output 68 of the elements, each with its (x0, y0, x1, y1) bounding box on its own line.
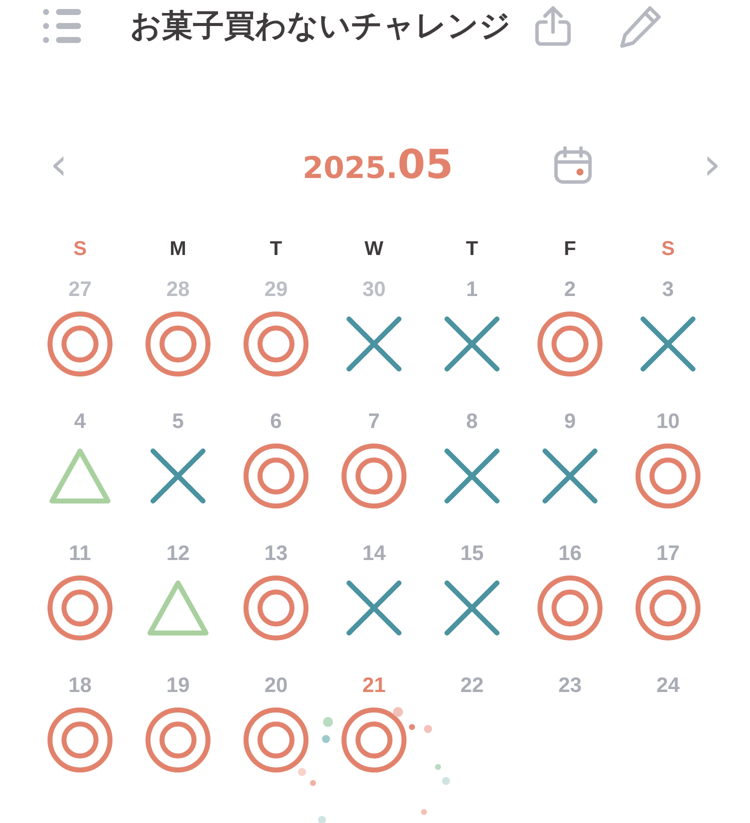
day-number[interactable]: 27 (68, 278, 92, 308)
day-number[interactable]: 12 (166, 542, 190, 572)
cross-mark (542, 448, 598, 504)
day-number[interactable]: 19 (166, 674, 190, 704)
triangle-mark (146, 579, 210, 637)
day-number[interactable]: 1 (466, 278, 478, 308)
menu-icon[interactable] (42, 8, 82, 44)
day-number[interactable]: 28 (166, 278, 190, 308)
double-circle-mark (243, 707, 309, 773)
cross-mark (346, 316, 402, 372)
weekday-label: T (466, 238, 478, 262)
double-circle-mark (47, 575, 113, 641)
day-number[interactable]: 30 (362, 278, 386, 308)
triangle-mark (48, 447, 112, 505)
double-circle-mark (341, 707, 407, 773)
day-number[interactable]: 21 (362, 674, 386, 704)
double-circle-mark (635, 575, 701, 641)
day-number[interactable]: 24 (656, 674, 680, 704)
double-circle-mark (243, 443, 309, 509)
cross-mark (444, 580, 500, 636)
day-number[interactable]: 13 (264, 542, 288, 572)
day-number[interactable]: 22 (460, 674, 484, 704)
weekday-label: S (73, 238, 87, 262)
day-number[interactable]: 8 (466, 410, 478, 440)
share-icon[interactable] (533, 4, 573, 48)
day-number[interactable]: 17 (656, 542, 680, 572)
cross-mark (346, 580, 402, 636)
double-circle-mark (243, 311, 309, 377)
day-number[interactable]: 4 (74, 410, 86, 440)
weekday-label: S (661, 238, 675, 262)
previous-month-button[interactable]: ‹ (50, 143, 68, 187)
day-number[interactable]: 10 (656, 410, 680, 440)
cross-mark (150, 448, 206, 504)
day-number[interactable]: 9 (564, 410, 576, 440)
weekday-label: W (364, 238, 384, 262)
double-circle-mark (635, 443, 701, 509)
day-number[interactable]: 5 (172, 410, 184, 440)
month-title: 2025.05 (302, 142, 454, 188)
day-number[interactable]: 3 (662, 278, 674, 308)
app-title: お菓子買わないチャレンジ (130, 7, 511, 46)
day-number[interactable]: 29 (264, 278, 288, 308)
next-month-button[interactable]: › (703, 143, 721, 187)
day-number[interactable]: 18 (68, 674, 92, 704)
day-number[interactable]: 16 (558, 542, 582, 572)
double-circle-mark (145, 707, 211, 773)
cross-mark (444, 316, 500, 372)
day-number[interactable]: 11 (68, 542, 92, 572)
day-number[interactable]: 14 (362, 542, 386, 572)
double-circle-mark (537, 575, 603, 641)
day-number[interactable]: 20 (264, 674, 288, 704)
double-circle-mark (47, 707, 113, 773)
cross-mark (640, 316, 696, 372)
double-circle-mark (537, 311, 603, 377)
double-circle-mark (145, 311, 211, 377)
calendar-icon[interactable] (553, 145, 594, 185)
double-circle-mark (47, 311, 113, 377)
weekday-label: F (564, 238, 576, 262)
cross-mark (444, 448, 500, 504)
day-number[interactable]: 2 (564, 278, 576, 308)
weekday-label: M (170, 238, 186, 262)
day-number[interactable]: 23 (558, 674, 582, 704)
double-circle-mark (341, 443, 407, 509)
day-number[interactable]: 6 (270, 410, 282, 440)
pencil-icon[interactable] (619, 4, 663, 48)
day-number[interactable]: 7 (368, 410, 380, 440)
double-circle-mark (243, 575, 309, 641)
weekday-label: T (270, 238, 282, 262)
day-number[interactable]: 15 (460, 542, 484, 572)
